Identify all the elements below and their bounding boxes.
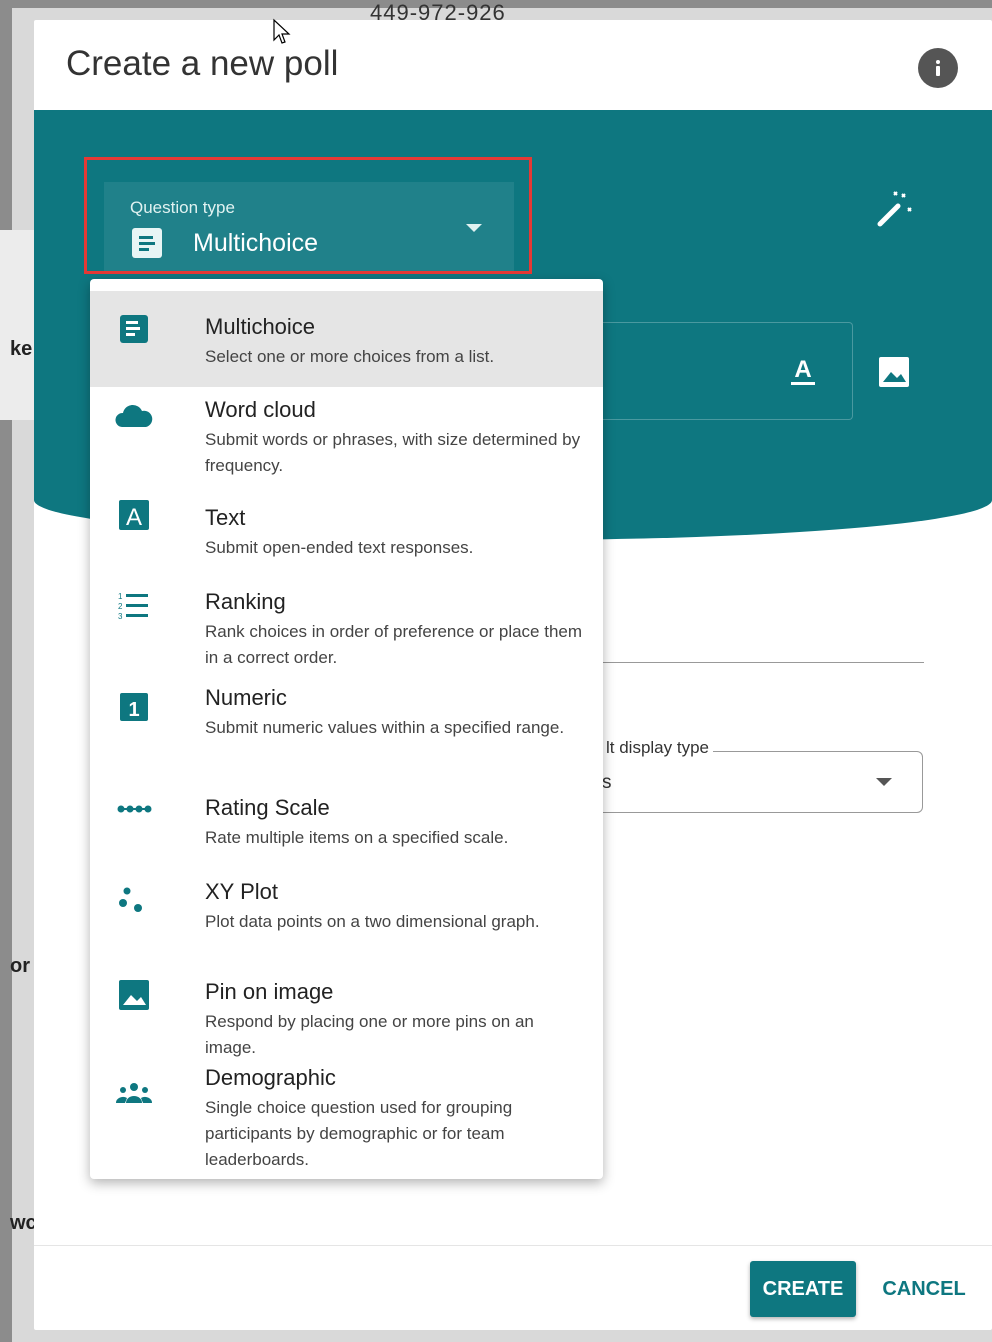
menu-item-title: Numeric (205, 685, 287, 710)
cloud-icon (115, 404, 153, 427)
question-type-highlight (84, 157, 532, 274)
menu-item-rating-scale[interactable]: Rating Scale Rate multiple items on a sp… (90, 787, 603, 871)
question-type-menu: Multichoice Select one or more choices f… (90, 279, 603, 1179)
menu-item-pin-on-image[interactable]: Pin on image Respond by placing one or m… (90, 971, 603, 1063)
xy-plot-icon (119, 887, 142, 912)
dialog-title: Create a new poll (66, 44, 339, 83)
menu-item-word-cloud[interactable]: Word cloud Submit words or phrases, with… (90, 387, 603, 493)
menu-item-desc: Rate multiple items on a specified scale… (205, 828, 509, 847)
background-fragment: wc (10, 1212, 37, 1234)
question-text-underline (602, 662, 924, 663)
menu-item-text[interactable]: A Text Submit open-ended text responses. (90, 493, 603, 577)
svg-text:A: A (126, 504, 142, 531)
magic-wand-icon[interactable] (874, 190, 914, 230)
menu-item-multichoice[interactable]: Multichoice Select one or more choices f… (90, 291, 603, 387)
svg-text:2: 2 (118, 602, 123, 611)
menu-item-title: Ranking (205, 589, 286, 614)
multichoice-icon (120, 315, 148, 343)
menu-item-title: Word cloud (205, 397, 316, 422)
menu-item-desc: Respond by placing one or more pins on a… (205, 1012, 534, 1057)
svg-text:3: 3 (118, 612, 123, 621)
display-type-label: lt display type (602, 738, 713, 758)
menu-item-title: Rating Scale (205, 795, 330, 820)
menu-item-desc: Plot data points on a two dimensional gr… (205, 912, 540, 931)
cancel-button[interactable]: CANCEL (874, 1261, 974, 1317)
footer-divider (34, 1245, 992, 1246)
rating-scale-icon (117, 805, 152, 813)
info-button[interactable] (918, 48, 958, 88)
menu-item-title: Multichoice (205, 314, 316, 339)
menu-item-desc: Submit open-ended text responses. (205, 538, 474, 557)
svg-text:A: A (794, 356, 811, 383)
menu-item-title: Pin on image (205, 979, 334, 1004)
menu-item-desc: Single choice question used for grouping… (205, 1098, 513, 1169)
menu-item-title: Demographic (205, 1065, 336, 1090)
image-icon (119, 980, 149, 1010)
svg-text:1: 1 (118, 592, 123, 601)
menu-item-desc: Select one or more choices from a list. (205, 347, 495, 366)
chevron-down-icon (876, 778, 892, 786)
create-button[interactable]: CREATE (750, 1261, 856, 1317)
group-icon (115, 1083, 153, 1103)
menu-item-xy-plot[interactable]: XY Plot Plot data points on a two dimens… (90, 871, 603, 971)
menu-item-numeric[interactable]: 1 Numeric Submit numeric values within a… (90, 677, 603, 787)
info-icon (936, 60, 940, 76)
menu-item-demographic[interactable]: Demographic Single choice question used … (90, 1063, 603, 1173)
display-type-value: s (602, 772, 612, 793)
text-icon: A (119, 500, 149, 531)
svg-text:1: 1 (128, 699, 139, 721)
display-type-select[interactable] (594, 751, 923, 813)
menu-item-title: XY Plot (205, 879, 278, 904)
menu-item-desc: Rank choices in order of preference or p… (205, 622, 583, 667)
menu-item-ranking[interactable]: 1 2 3 Ranking Rank choices in order of p… (90, 577, 603, 677)
mouse-cursor-icon (273, 18, 291, 44)
image-icon[interactable] (876, 354, 912, 390)
ranking-icon: 1 2 3 (118, 592, 148, 621)
menu-item-title: Text (205, 505, 246, 530)
text-format-icon[interactable]: A (788, 355, 818, 387)
background-fragment: or (10, 955, 30, 977)
background-fragment: ke (10, 338, 33, 360)
numeric-icon: 1 (120, 693, 148, 721)
menu-item-desc: Submit numeric values within a specified… (205, 718, 565, 737)
menu-item-desc: Submit words or phrases, with size deter… (205, 430, 581, 475)
